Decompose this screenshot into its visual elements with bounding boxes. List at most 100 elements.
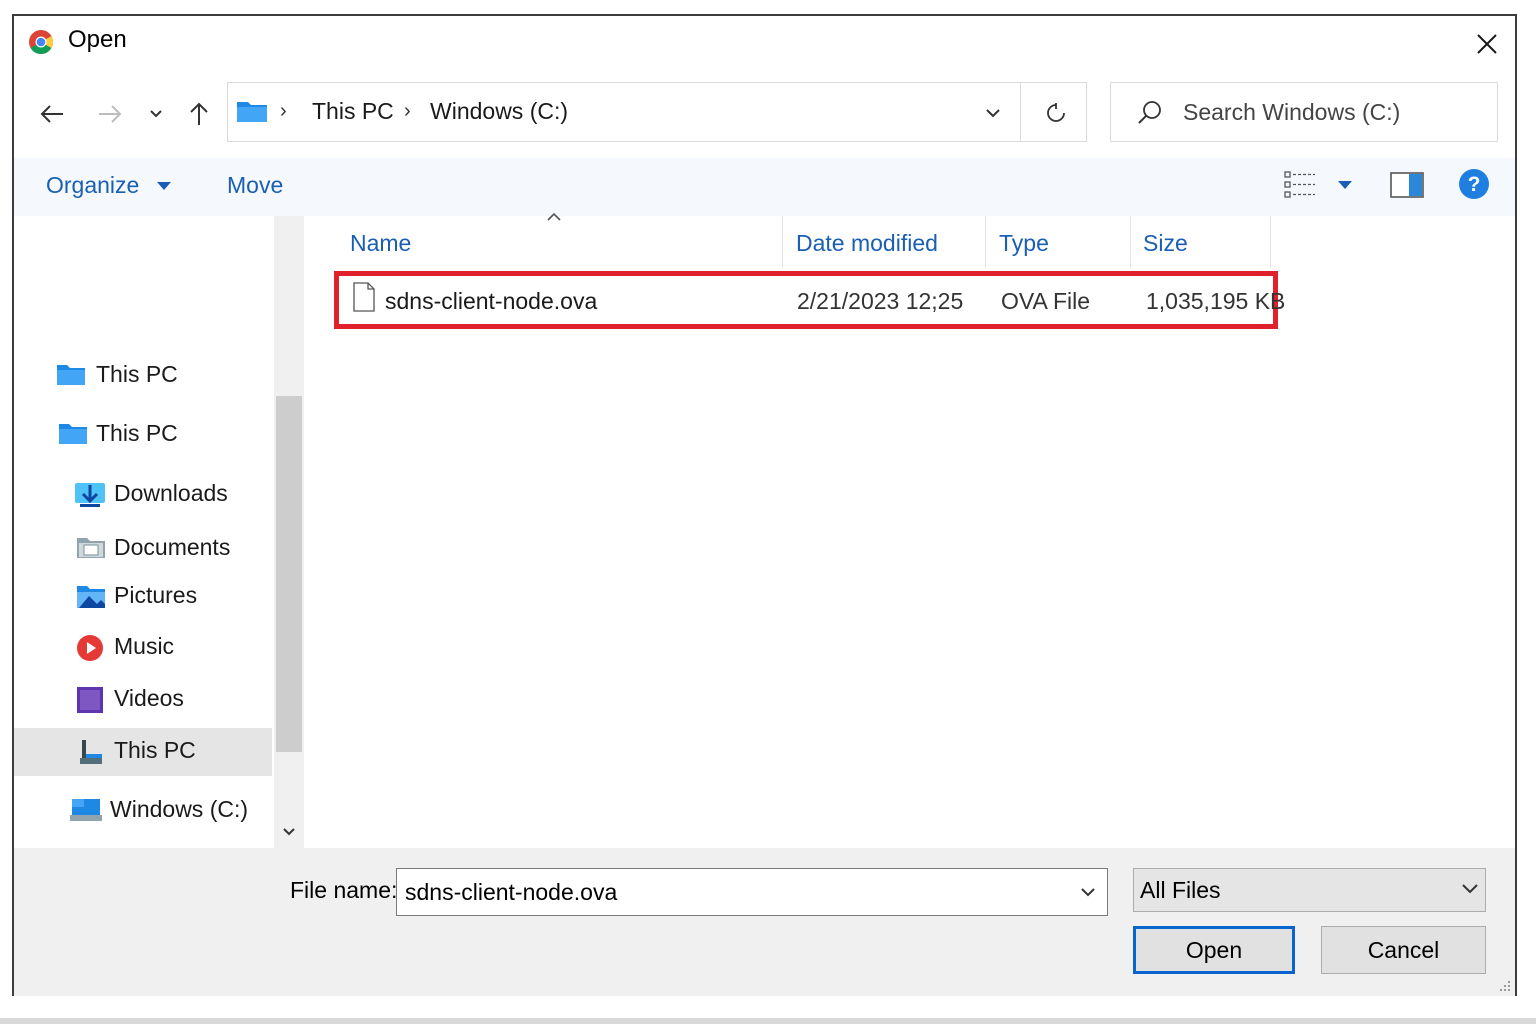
file-type-value: All Files: [1140, 877, 1221, 903]
back-button[interactable]: [34, 94, 70, 134]
move-label: Move: [227, 172, 284, 198]
window-title: Open: [68, 26, 127, 53]
search-icon: [1138, 101, 1161, 124]
forward-button[interactable]: [92, 94, 128, 134]
up-button[interactable]: [184, 94, 214, 134]
file-type-cell: OVA File: [1001, 288, 1091, 314]
sidebar-item-windows-c[interactable]: Windows (C:): [14, 787, 272, 833]
recent-locations-button[interactable]: [144, 94, 168, 134]
sidebar-item-documents[interactable]: Documents: [14, 525, 272, 571]
downloads-icon: [75, 483, 105, 507]
arrow-left-icon: [40, 105, 63, 123]
sort-ascending-icon: [547, 212, 561, 221]
cancel-button[interactable]: Cancel: [1321, 926, 1486, 974]
sidebar-item-videos[interactable]: Videos: [14, 676, 272, 722]
column-divider[interactable]: [1270, 216, 1271, 268]
search-input[interactable]: [1181, 91, 1481, 133]
details-view-icon: [1284, 171, 1315, 198]
sidebar-item-this-pc-2[interactable]: This PC: [14, 411, 272, 457]
breadcrumb-separator-icon: ›: [280, 100, 287, 122]
command-toolbar: Organize Move ?: [14, 158, 1515, 216]
sidebar-item-label: This PC: [114, 737, 196, 763]
navigation-pane: This PC This PC Downloads Documents Pict…: [14, 216, 310, 848]
chrome-icon: [29, 30, 54, 55]
folder-icon: [57, 365, 85, 385]
column-header-size[interactable]: Size: [1143, 230, 1188, 266]
chevron-down-icon: [150, 110, 162, 118]
pictures-icon: [77, 586, 105, 608]
sidebar-item-downloads[interactable]: Downloads: [14, 471, 272, 517]
sidebar-item-label: Music: [114, 633, 175, 659]
search-box[interactable]: [1110, 82, 1498, 142]
help-icon: ?: [1459, 169, 1489, 199]
svg-text:?: ?: [1468, 173, 1481, 196]
breadcrumb-windows-c[interactable]: Windows (C:): [430, 98, 568, 125]
file-name-combobox[interactable]: [396, 868, 1108, 916]
open-file-dialog: Open › This PC › Windows (C:) Search Win…: [12, 14, 1517, 996]
sidebar-item-this-pc-selected[interactable]: This PC: [14, 728, 272, 776]
sidebar-item-label: Documents: [114, 534, 231, 560]
file-icon: [353, 282, 375, 312]
sidebar-item-pictures[interactable]: Pictures: [14, 573, 272, 619]
file-name-label: File name:: [290, 877, 398, 903]
column-divider[interactable]: [782, 216, 783, 268]
computer-icon: [80, 740, 102, 764]
sidebar-scrollbar-thumb[interactable]: [276, 396, 302, 752]
breadcrumb-this-pc[interactable]: This PC: [312, 98, 394, 125]
address-divider: [1020, 83, 1021, 141]
close-button[interactable]: [1459, 22, 1515, 66]
column-header-date-modified[interactable]: Date modified: [796, 230, 938, 266]
folder-icon: [237, 102, 267, 122]
sidebar-item-this-pc-1[interactable]: This PC: [14, 352, 272, 398]
sidebar-item-label: This PC: [96, 361, 178, 387]
cancel-button-label: Cancel: [1367, 936, 1440, 963]
column-header-name[interactable]: Name: [350, 230, 411, 266]
sidebar-item-label: Pictures: [114, 582, 198, 608]
folder-icon: [59, 424, 87, 444]
caret-down-icon: [1338, 181, 1352, 189]
music-icon: [77, 635, 103, 661]
sidebar-item-label: This PC: [96, 420, 178, 446]
help-button[interactable]: ?: [1458, 168, 1490, 200]
page-bottom-edge: [0, 1018, 1536, 1024]
file-list: Name Date modified Type Size sdns-client…: [310, 212, 1515, 848]
chevron-down-icon: [1462, 884, 1478, 894]
file-name-dropdown[interactable]: [1073, 875, 1103, 909]
organize-button[interactable]: Organize: [46, 172, 172, 199]
refresh-icon: [1047, 103, 1065, 122]
sidebar-item-label: Videos: [114, 685, 184, 711]
close-icon: [1477, 34, 1497, 54]
documents-icon: [77, 538, 105, 558]
chevron-down-icon: [986, 109, 1000, 118]
file-date-cell: 2/21/2023 12;25: [797, 288, 964, 314]
resize-grip-icon[interactable]: [1497, 978, 1511, 992]
file-size-cell: 1,035,195 KB: [1146, 288, 1286, 314]
column-header-type[interactable]: Type: [999, 230, 1049, 266]
breadcrumb-separator-icon: ›: [404, 100, 411, 122]
bottom-panel: File name: All Files Open Cancel: [14, 848, 1515, 996]
sidebar-item-music[interactable]: Music: [14, 624, 272, 670]
file-row-highlighted[interactable]: sdns-client-node.ova 2/21/2023 12;25 OVA…: [334, 271, 1285, 329]
organize-label: Organize: [46, 172, 140, 198]
column-divider[interactable]: [1130, 216, 1131, 268]
videos-icon: [77, 687, 103, 713]
address-history-dropdown[interactable]: [973, 93, 1013, 133]
scroll-down-button[interactable]: [276, 818, 302, 846]
preview-pane-button[interactable]: [1390, 172, 1424, 198]
file-type-select[interactable]: All Files: [1133, 868, 1486, 912]
move-button[interactable]: Move: [227, 172, 283, 199]
sidebar-item-label: Downloads: [114, 480, 228, 506]
open-button[interactable]: Open: [1133, 926, 1295, 974]
file-name-input[interactable]: [403, 875, 1063, 909]
address-bar[interactable]: › This PC › Windows (C:): [227, 82, 1087, 142]
caret-down-icon: [157, 181, 172, 190]
chevron-down-icon: [1081, 888, 1095, 897]
chevron-down-icon: [283, 828, 295, 836]
column-divider[interactable]: [985, 216, 986, 268]
refresh-button[interactable]: [1033, 93, 1079, 133]
arrow-up-icon: [190, 102, 208, 125]
drive-icon: [70, 799, 102, 821]
sidebar-item-label: Windows (C:): [110, 796, 249, 822]
title-bar: Open: [14, 16, 1515, 72]
view-options-button[interactable]: [1284, 170, 1352, 200]
